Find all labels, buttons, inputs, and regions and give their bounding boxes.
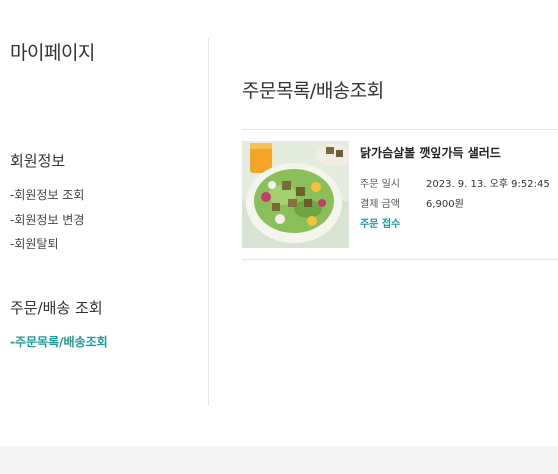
sidebar-item-member-info[interactable]: -회원정보 조회 — [10, 186, 84, 203]
payment-amount-value: 6,900원 — [426, 199, 464, 210]
mypage-title: 마이페이지 — [10, 42, 95, 64]
product-thumbnail[interactable] — [242, 141, 349, 248]
footer — [0, 446, 558, 474]
order-list-item[interactable]: 닭가슴살볼 깻잎가득 샐러드 주문 일시 2023. 9. 13. 오후 9:5… — [242, 129, 558, 260]
sidebar-item-member-edit[interactable]: -회원정보 변경 — [10, 211, 84, 228]
sidebar-item-withdraw[interactable]: -회원탈퇴 — [10, 235, 59, 252]
page-title: 주문목록/배송조회 — [242, 80, 384, 102]
order-section-title: 주문/배송 조회 — [10, 299, 103, 317]
order-date-label: 주문 일시 — [360, 179, 400, 190]
order-status-badge: 주문 접수 — [360, 219, 401, 230]
member-section-title: 회원정보 — [10, 152, 66, 170]
order-date-value: 2023. 9. 13. 오후 9:52:45 — [426, 179, 550, 190]
payment-amount-label: 결제 금액 — [360, 199, 400, 210]
sidebar-item-order-list[interactable]: -주문목록/배송조회 — [10, 333, 108, 350]
product-name[interactable]: 닭가슴살볼 깻잎가득 샐러드 — [360, 144, 501, 161]
